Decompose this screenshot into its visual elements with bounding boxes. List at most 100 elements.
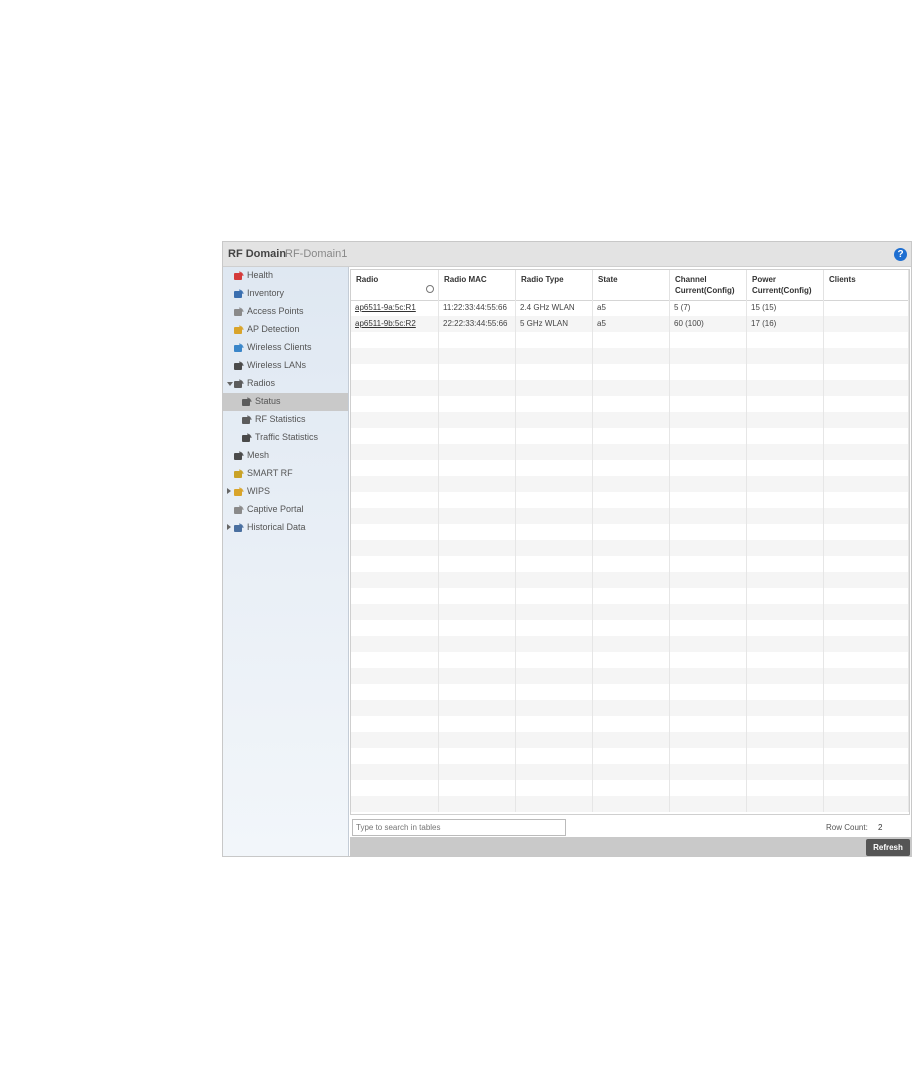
sidebar-item-mesh[interactable]: Mesh [223, 447, 348, 465]
sidebar-item-access-points[interactable]: Access Points [223, 303, 348, 321]
column-header-radio[interactable]: Radio [351, 270, 439, 300]
table-cell [593, 492, 670, 508]
table-cell [747, 332, 824, 348]
table-cell [516, 540, 593, 556]
table-cell [593, 716, 670, 732]
table-cell: 17 (16) [747, 316, 824, 332]
table-cell [670, 364, 747, 380]
table-cell [824, 492, 909, 508]
table-footer: Row Count: 2 [350, 815, 910, 837]
table-cell [516, 780, 593, 796]
empty-table-row [351, 492, 909, 508]
table-cell [516, 556, 593, 572]
table-cell [593, 748, 670, 764]
table-cell [747, 780, 824, 796]
table-cell: a5 [593, 316, 670, 332]
table-cell [747, 428, 824, 444]
sidebar-item-wips[interactable]: WIPS [223, 483, 348, 501]
table-cell [824, 732, 909, 748]
table-cell [593, 396, 670, 412]
table-cell [670, 700, 747, 716]
sidebar-item-captive-portal[interactable]: Captive Portal [223, 501, 348, 519]
table-cell [670, 796, 747, 812]
table-cell [351, 620, 439, 636]
table-cell [516, 620, 593, 636]
wlan-icon [233, 360, 245, 371]
table-cell [670, 444, 747, 460]
sidebar-item-status[interactable]: Status [223, 393, 348, 411]
table-cell [824, 700, 909, 716]
table-header: Radio Radio MAC Radio Type State Channel Cur… [351, 270, 909, 301]
empty-table-row [351, 700, 909, 716]
expand-arrow-right-icon[interactable] [227, 488, 231, 494]
table-cell [516, 508, 593, 524]
table-cell [351, 492, 439, 508]
table-cell [747, 620, 824, 636]
sidebar-item-wireless-lans[interactable]: Wireless LANs [223, 357, 348, 375]
sidebar-item-historical-data[interactable]: Historical Data [223, 519, 348, 537]
sidebar-item-traffic-statistics[interactable]: Traffic Statistics [223, 429, 348, 447]
column-header-channel-current-config[interactable]: Channel Current(Config) [670, 270, 747, 300]
table-cell [516, 364, 593, 380]
historical-data-icon [233, 522, 245, 533]
table-cell [593, 796, 670, 812]
table-cell [439, 428, 516, 444]
help-icon[interactable]: ? [894, 248, 907, 261]
column-header-radio-mac[interactable]: Radio MAC [439, 270, 516, 300]
empty-table-row [351, 524, 909, 540]
table-cell [670, 572, 747, 588]
radio-link[interactable]: ap6511-9b:5c:R2 [355, 319, 416, 328]
health-icon [233, 270, 245, 281]
sidebar-item-radios[interactable]: Radios [223, 375, 348, 393]
table-cell [593, 668, 670, 684]
table-cell [670, 588, 747, 604]
column-header-radio-type[interactable]: Radio Type [516, 270, 593, 300]
table-cell [593, 476, 670, 492]
table-cell [747, 572, 824, 588]
table-cell [516, 460, 593, 476]
refresh-button[interactable]: Refresh [866, 839, 910, 856]
column-header-state[interactable]: State [593, 270, 670, 300]
table-cell [439, 572, 516, 588]
sidebar-item-smart-rf[interactable]: SMART RF [223, 465, 348, 483]
table-cell [670, 348, 747, 364]
table-row[interactable]: ap6511-9b:5c:R2 22:22:33:44:55:66 5 GHz WL… [351, 316, 909, 332]
empty-table-row [351, 508, 909, 524]
table-cell [747, 380, 824, 396]
empty-table-row [351, 620, 909, 636]
table-search-input[interactable] [352, 819, 566, 836]
table-cell [351, 396, 439, 412]
row-count-value: 2 [878, 823, 883, 832]
table-cell [439, 716, 516, 732]
sidebar-item-label: Mesh [247, 450, 270, 460]
sidebar-item-inventory[interactable]: Inventory [223, 285, 348, 303]
table-cell [439, 348, 516, 364]
table-cell [824, 764, 909, 780]
sidebar: Health Inventory Access Points AP Detection… [223, 267, 349, 856]
sidebar-item-rf-statistics[interactable]: RF Statistics [223, 411, 348, 429]
sidebar-item-label: Access Points [247, 306, 304, 316]
table-cell [824, 588, 909, 604]
table-cell [351, 428, 439, 444]
sidebar-item-ap-detection[interactable]: AP Detection [223, 321, 348, 339]
empty-table-row [351, 396, 909, 412]
expand-arrow-right-icon[interactable] [227, 524, 231, 530]
table-row[interactable]: ap6511-9a:5c:R1 11:22:33:44:55:66 2.4 GHz … [351, 300, 909, 316]
empty-table-row [351, 636, 909, 652]
column-header-power-current-config[interactable]: Power Current(Config) [747, 270, 824, 300]
inventory-icon [233, 288, 245, 299]
table-cell [824, 604, 909, 620]
wips-icon [233, 486, 245, 497]
sidebar-item-wireless-clients[interactable]: Wireless Clients [223, 339, 348, 357]
sort-icon[interactable] [426, 285, 434, 293]
traffic-statistics-icon [241, 432, 253, 443]
table-cell [593, 604, 670, 620]
table-cell [747, 444, 824, 460]
table-cell [824, 668, 909, 684]
column-header-clients[interactable]: Clients [824, 270, 909, 300]
sidebar-item-health[interactable]: Health [223, 267, 348, 285]
table-cell [516, 796, 593, 812]
table-cell [747, 668, 824, 684]
sidebar-item-label: AP Detection [247, 324, 300, 334]
radio-link[interactable]: ap6511-9a:5c:R1 [355, 303, 416, 312]
